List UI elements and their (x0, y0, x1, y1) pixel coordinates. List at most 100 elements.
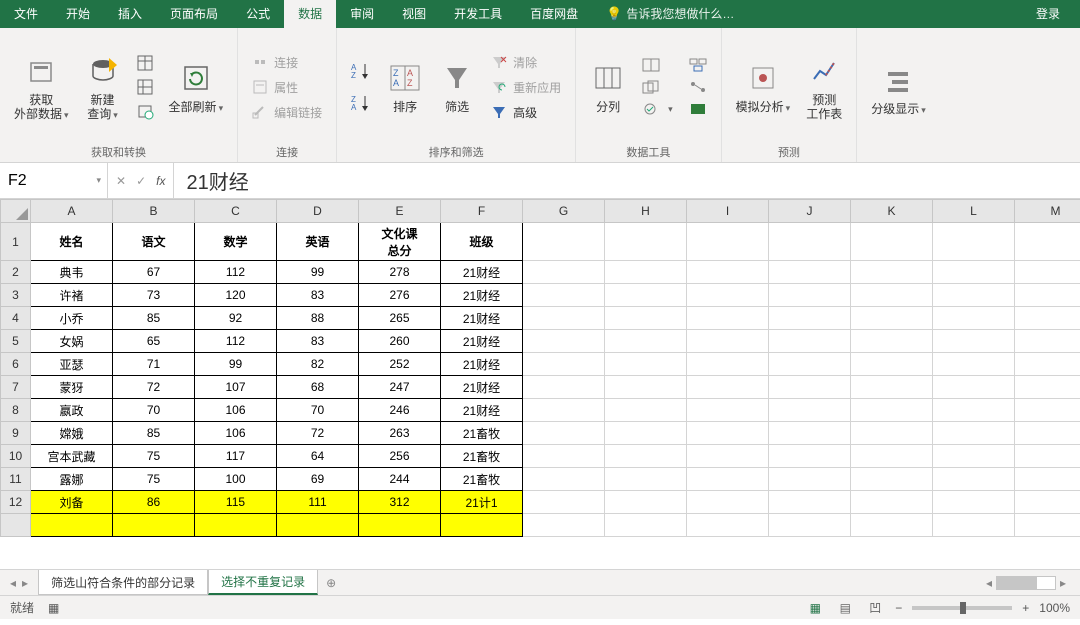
cell[interactable]: 21财经 (441, 376, 523, 399)
cell[interactable] (687, 491, 769, 514)
cell[interactable] (933, 353, 1015, 376)
clear-filter-button[interactable]: 清除 (485, 52, 567, 73)
cell[interactable] (769, 261, 851, 284)
cell[interactable]: 112 (195, 330, 277, 353)
cell[interactable]: 72 (113, 376, 195, 399)
macro-record-icon[interactable]: ▦ (48, 601, 59, 615)
cell[interactable] (687, 514, 769, 537)
cell[interactable]: 247 (359, 376, 441, 399)
cell[interactable] (605, 491, 687, 514)
cell[interactable]: 21财经 (441, 284, 523, 307)
cell[interactable] (933, 491, 1015, 514)
cell[interactable]: 数学 (195, 223, 277, 261)
cell[interactable]: 276 (359, 284, 441, 307)
cell[interactable] (933, 422, 1015, 445)
new-query-button[interactable]: 新建 查询▾ (79, 53, 127, 122)
cell[interactable]: 21计1 (441, 491, 523, 514)
formula-input[interactable]: 21财经 (174, 166, 1080, 195)
cell[interactable] (687, 223, 769, 261)
get-external-data-button[interactable]: 获取 外部数据▾ (8, 53, 75, 122)
column-header[interactable]: F (441, 200, 523, 223)
cell[interactable] (523, 399, 605, 422)
cell[interactable]: 106 (195, 399, 277, 422)
cell[interactable]: 70 (277, 399, 359, 422)
reapply-button[interactable]: 重新应用 (485, 77, 567, 98)
cell[interactable] (851, 445, 933, 468)
cell[interactable] (769, 491, 851, 514)
cell[interactable]: 21畜牧 (441, 422, 523, 445)
cell[interactable] (605, 422, 687, 445)
text-to-columns-button[interactable]: 分列 (584, 60, 632, 114)
tab-insert[interactable]: 插入 (104, 0, 156, 28)
cell[interactable] (851, 514, 933, 537)
tab-review[interactable]: 审阅 (336, 0, 388, 28)
cell[interactable]: 21畜牧 (441, 468, 523, 491)
cell[interactable]: 21财经 (441, 399, 523, 422)
pagelayout-view-button[interactable]: ▤ (835, 601, 855, 615)
row-header[interactable]: 1 (1, 223, 31, 261)
cell[interactable] (933, 284, 1015, 307)
cell[interactable] (851, 223, 933, 261)
cell[interactable]: 嫦娥 (31, 422, 113, 445)
cell[interactable] (851, 353, 933, 376)
cell[interactable] (687, 330, 769, 353)
tab-nav-first-icon[interactable]: ◂ (10, 576, 16, 590)
cell[interactable] (933, 468, 1015, 491)
cell[interactable]: 64 (277, 445, 359, 468)
cell[interactable] (195, 514, 277, 537)
row-header[interactable]: 3 (1, 284, 31, 307)
row-header[interactable]: 10 (1, 445, 31, 468)
cell[interactable]: 120 (195, 284, 277, 307)
cell[interactable] (359, 514, 441, 537)
cell[interactable] (605, 284, 687, 307)
tell-me[interactable]: 💡告诉我您想做什么… (592, 0, 748, 28)
cell[interactable] (605, 399, 687, 422)
tab-formula[interactable]: 公式 (232, 0, 284, 28)
advanced-filter-button[interactable]: 高级 (485, 102, 567, 123)
sort-desc-button[interactable]: ZA (345, 92, 377, 114)
cell[interactable] (523, 422, 605, 445)
cell[interactable]: 亚瑟 (31, 353, 113, 376)
filter-button[interactable]: 筛选 (433, 60, 481, 114)
cell[interactable]: 蒙犽 (31, 376, 113, 399)
cell[interactable] (769, 399, 851, 422)
cell[interactable]: 21财经 (441, 353, 523, 376)
show-queries-button[interactable] (131, 53, 159, 73)
cell[interactable]: 92 (195, 307, 277, 330)
sheet-tab-1[interactable]: 筛选山符合条件的部分记录 (38, 570, 208, 595)
cell[interactable] (1015, 284, 1080, 307)
cell[interactable] (933, 223, 1015, 261)
cell[interactable] (523, 307, 605, 330)
cell[interactable] (687, 445, 769, 468)
cell[interactable]: 83 (277, 284, 359, 307)
tab-dev[interactable]: 开发工具 (440, 0, 516, 28)
column-header[interactable]: D (277, 200, 359, 223)
cell[interactable]: 260 (359, 330, 441, 353)
cell[interactable]: 75 (113, 445, 195, 468)
cell[interactable] (605, 261, 687, 284)
zoom-out-button[interactable]: − (895, 601, 902, 615)
cell[interactable]: 99 (195, 353, 277, 376)
cell[interactable] (933, 330, 1015, 353)
cell[interactable]: 312 (359, 491, 441, 514)
cell[interactable]: 21财经 (441, 330, 523, 353)
cell[interactable]: 67 (113, 261, 195, 284)
cell[interactable] (769, 468, 851, 491)
cell[interactable]: 70 (113, 399, 195, 422)
row-header[interactable]: 6 (1, 353, 31, 376)
cell[interactable] (113, 514, 195, 537)
cell[interactable] (687, 422, 769, 445)
row-header[interactable]: 5 (1, 330, 31, 353)
tab-home[interactable]: 开始 (52, 0, 104, 28)
row-header[interactable] (1, 514, 31, 537)
cell[interactable]: 65 (113, 330, 195, 353)
row-header[interactable]: 4 (1, 307, 31, 330)
column-header[interactable]: J (769, 200, 851, 223)
cell[interactable] (605, 468, 687, 491)
cell[interactable] (769, 330, 851, 353)
column-header[interactable]: A (31, 200, 113, 223)
cell[interactable] (523, 468, 605, 491)
cell[interactable]: 露娜 (31, 468, 113, 491)
cell[interactable]: 246 (359, 399, 441, 422)
cell[interactable] (933, 307, 1015, 330)
